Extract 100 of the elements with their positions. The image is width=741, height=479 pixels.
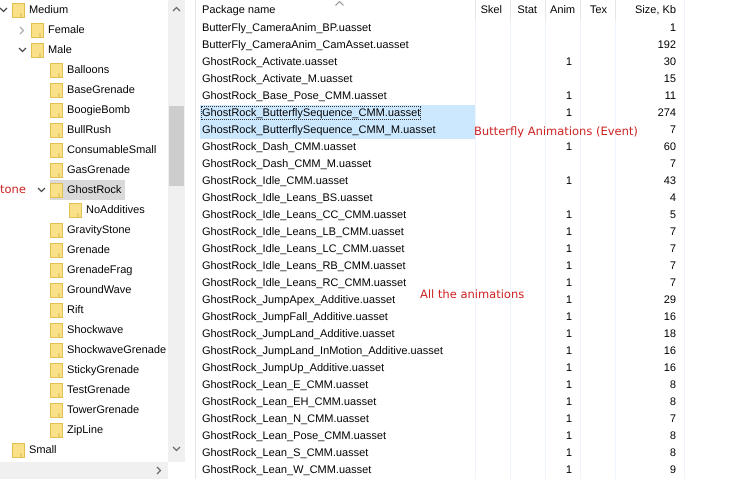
tree-item[interactable]: Small bbox=[12, 440, 61, 460]
tree-item[interactable]: Shockwave bbox=[50, 320, 128, 340]
horizontal-scrollbar[interactable] bbox=[0, 462, 168, 479]
tree-item[interactable]: GhostRock bbox=[50, 180, 126, 200]
tree-item[interactable]: NoAdditives bbox=[69, 200, 149, 220]
package-name[interactable]: GhostRock_Activate_M.uasset bbox=[202, 73, 352, 85]
folder-icon bbox=[50, 362, 63, 378]
package-name[interactable]: ButterFly_CameraAnim_BP.uasset bbox=[202, 22, 372, 34]
folder-icon bbox=[50, 222, 63, 238]
package-name[interactable]: GhostRock_Lean_S_CMM.uasset bbox=[202, 447, 368, 459]
scroll-right-icon[interactable] bbox=[156, 466, 162, 475]
package-name[interactable]: GhostRock_Activate.uasset bbox=[202, 56, 338, 68]
folder-icon bbox=[50, 402, 63, 418]
chevron-down-icon[interactable] bbox=[18, 47, 26, 53]
size-value: 43 bbox=[664, 175, 676, 187]
size-value: 7 bbox=[670, 124, 676, 136]
package-name[interactable]: GhostRock_JumpApex_Additive.uasset bbox=[202, 294, 396, 306]
tree-item[interactable]: Medium bbox=[12, 0, 72, 20]
tree-item[interactable]: GasGrenade bbox=[50, 160, 134, 180]
package-name[interactable]: GhostRock_Idle_Leans_LB_CMM.uasset bbox=[202, 226, 404, 238]
scroll-down-icon[interactable] bbox=[172, 446, 181, 452]
tree-item[interactable]: Grenade bbox=[50, 240, 114, 260]
column-header[interactable]: Tex bbox=[580, 0, 615, 20]
package-name[interactable]: ButterFly_CameraAnim_CamAsset.uasset bbox=[202, 39, 409, 51]
package-name[interactable]: GhostRock_Idle_CMM.uasset bbox=[202, 175, 348, 187]
column-header[interactable]: Package name bbox=[200, 4, 475, 16]
tree-item[interactable]: TowerGrenade bbox=[50, 400, 144, 420]
folder-icon bbox=[50, 142, 63, 158]
tree-item[interactable]: StickyGrenade bbox=[50, 360, 144, 380]
tree-item[interactable]: Female bbox=[31, 20, 89, 40]
size-value: 8 bbox=[670, 430, 676, 442]
anim-count: 1 bbox=[566, 175, 572, 187]
anim-count: 1 bbox=[566, 362, 572, 374]
folder-icon bbox=[50, 122, 63, 138]
tree-item[interactable]: GrenadeFrag bbox=[50, 260, 136, 280]
chevron-down-icon[interactable] bbox=[0, 7, 8, 13]
package-name[interactable]: GhostRock_Lean_W_CMM.uasset bbox=[202, 464, 372, 476]
tree-item[interactable]: ShockwaveGrenade bbox=[50, 340, 170, 360]
folder-icon bbox=[50, 422, 63, 438]
size-value: 15 bbox=[664, 73, 676, 85]
package-name[interactable]: GhostRock_Idle_Leans_LC_CMM.uasset bbox=[202, 243, 404, 255]
scroll-up-icon[interactable] bbox=[172, 6, 181, 12]
package-name[interactable]: GhostRock_JumpFall_Additive.uasset bbox=[202, 311, 388, 323]
column-header[interactable]: Anim bbox=[545, 0, 580, 20]
anim-count: 1 bbox=[566, 311, 572, 323]
folder-icon bbox=[50, 102, 63, 118]
size-value: 8 bbox=[670, 379, 676, 391]
tree-item[interactable]: BaseGrenade bbox=[50, 80, 139, 100]
package-name[interactable]: GhostRock_JumpLand_Additive.uasset bbox=[202, 328, 395, 340]
package-name[interactable]: GhostRock_Idle_Leans_BS.uasset bbox=[202, 192, 373, 204]
anim-count: 1 bbox=[566, 56, 572, 68]
package-name[interactable]: GhostRock_JumpLand_InMotion_Additive.uasset bbox=[202, 345, 443, 357]
package-name[interactable]: GhostRock_Dash_CMM.uasset bbox=[202, 141, 356, 153]
tree-item[interactable]: ConsumableSmall bbox=[50, 140, 160, 160]
scrollbar-thumb[interactable] bbox=[169, 106, 184, 186]
anim-count: 1 bbox=[566, 209, 572, 221]
tree-item[interactable]: GravityStone bbox=[50, 220, 135, 240]
tree-item[interactable]: BullRush bbox=[50, 120, 116, 140]
anim-count: 1 bbox=[566, 226, 572, 238]
column-header[interactable]: Stat bbox=[510, 0, 545, 20]
package-name[interactable]: GhostRock_Idle_Leans_RB_CMM.uasset bbox=[202, 260, 406, 272]
package-name[interactable]: GhostRock_Lean_E_CMM.uasset bbox=[202, 379, 368, 391]
package-name[interactable]: GhostRock_Base_Pose_CMM.uasset bbox=[202, 90, 387, 102]
column-header[interactable]: Size, Kb bbox=[615, 0, 685, 20]
folder-icon bbox=[50, 382, 63, 398]
anim-count: 1 bbox=[566, 413, 572, 425]
tree-item[interactable]: ZipLine bbox=[50, 420, 108, 440]
package-name[interactable]: GhostRock_Idle_Leans_RC_CMM.uasset bbox=[202, 277, 406, 289]
tree-item[interactable]: Balloons bbox=[50, 60, 114, 80]
package-name[interactable]: GhostRock_JumpUp_Additive.uasset bbox=[202, 362, 384, 374]
tree-item[interactable]: Rift bbox=[50, 300, 88, 320]
package-name[interactable]: GhostRock_Idle_Leans_CC_CMM.uasset bbox=[202, 209, 406, 221]
folder-icon bbox=[50, 182, 63, 198]
anim-count: 1 bbox=[566, 430, 572, 442]
annotation-text: Butterfly Animations (Event) bbox=[474, 124, 638, 138]
package-name[interactable]: GhostRock_Lean_Pose_CMM.uasset bbox=[202, 430, 386, 442]
package-name[interactable]: GhostRock_Dash_CMM_M.uasset bbox=[202, 158, 372, 170]
vertical-scrollbar[interactable] bbox=[168, 0, 185, 462]
size-value: 5 bbox=[670, 209, 676, 221]
tree-item[interactable]: TestGrenade bbox=[50, 380, 134, 400]
anim-count: 1 bbox=[566, 243, 572, 255]
tree-item[interactable]: Male bbox=[31, 40, 76, 60]
folder-icon bbox=[50, 82, 63, 98]
size-value: 7 bbox=[670, 243, 676, 255]
size-value: 7 bbox=[670, 226, 676, 238]
size-value: 7 bbox=[670, 260, 676, 272]
package-name[interactable]: GhostRock_Lean_N_CMM.uasset bbox=[202, 413, 369, 425]
size-value: 8 bbox=[670, 396, 676, 408]
anim-count: 1 bbox=[566, 294, 572, 306]
column-header[interactable]: Skel bbox=[475, 0, 510, 20]
anim-count: 1 bbox=[566, 90, 572, 102]
size-value: 7 bbox=[670, 277, 676, 289]
size-value: 4 bbox=[670, 192, 676, 204]
tree-item[interactable]: GroundWave bbox=[50, 280, 136, 300]
tree-item[interactable]: BoogieBomb bbox=[50, 100, 134, 120]
size-value: 18 bbox=[664, 328, 676, 340]
chevron-down-icon[interactable] bbox=[36, 187, 46, 193]
package-name[interactable]: GhostRock_Lean_EH_CMM.uasset bbox=[202, 396, 376, 408]
size-value: 29 bbox=[664, 294, 676, 306]
size-value: 7 bbox=[670, 413, 676, 425]
